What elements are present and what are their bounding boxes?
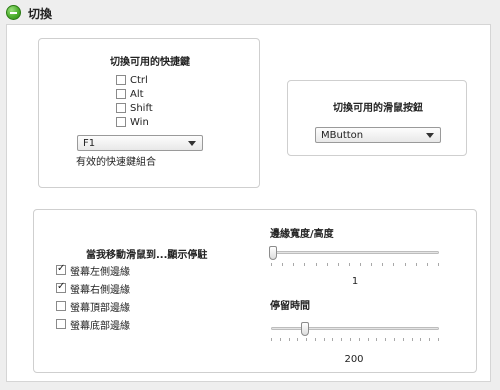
dock-edge-group: 當我移動滑鼠到...顯示停駐 螢幕左側邊緣 螢幕右側邊緣 螢幕頂部邊緣 螢幕底部… xyxy=(33,209,477,373)
delay-ticks xyxy=(271,338,439,341)
tick-mark xyxy=(341,338,343,341)
section-title: 切換 xyxy=(28,7,53,21)
edge-top-checkbox[interactable] xyxy=(56,301,66,311)
mouse-button-group-title: 切換可用的滑鼠按鈕 xyxy=(333,103,423,114)
edge-list: 螢幕左側邊緣 螢幕右側邊緣 螢幕頂部邊緣 螢幕底部邊緣 xyxy=(56,261,130,333)
tick-mark xyxy=(429,338,431,341)
tick-mark xyxy=(304,263,306,266)
tick-mark xyxy=(404,263,406,266)
delay-label: 停留時間 xyxy=(270,301,310,312)
tick-mark xyxy=(376,338,378,341)
tick-mark xyxy=(382,263,384,266)
tick-mark xyxy=(411,338,413,341)
tick-mark xyxy=(315,263,317,266)
tick-mark xyxy=(337,263,339,266)
edge-width-label: 邊緣寬度/高度 xyxy=(270,229,334,240)
tick-mark xyxy=(393,263,395,266)
modifier-alt[interactable]: Alt xyxy=(116,87,153,101)
modifier-alt-label: Alt xyxy=(130,88,144,100)
chevron-down-icon xyxy=(188,141,196,146)
mouse-button-select[interactable]: MButton xyxy=(315,127,441,143)
edge-bottom[interactable]: 螢幕底部邊緣 xyxy=(56,315,130,333)
tick-mark xyxy=(437,263,439,266)
modifier-shift-label: Shift xyxy=(130,102,153,114)
tick-mark xyxy=(279,338,281,341)
hotkey-select-value: F1 xyxy=(83,137,96,149)
tick-mark xyxy=(323,338,325,341)
tick-mark xyxy=(306,338,308,341)
hotkey-select[interactable]: F1 xyxy=(77,135,203,151)
tick-mark xyxy=(437,338,439,341)
tick-mark xyxy=(348,263,350,266)
modifier-list: Ctrl Alt Shift Win xyxy=(116,73,153,129)
edge-width-slider-thumb[interactable] xyxy=(269,246,277,260)
tick-mark xyxy=(314,338,316,341)
tick-mark xyxy=(367,338,369,341)
tick-mark xyxy=(402,338,404,341)
edge-left-label: 螢幕左側邊緣 xyxy=(70,266,130,278)
modifier-ctrl[interactable]: Ctrl xyxy=(116,73,153,87)
delay-slider-thumb[interactable] xyxy=(301,322,309,336)
tick-mark xyxy=(415,263,417,266)
modifier-shift-checkbox[interactable] xyxy=(116,103,126,113)
edge-left-checkbox[interactable] xyxy=(56,263,66,275)
mouse-button-group: 切換可用的滑鼠按鈕 MButton xyxy=(287,80,467,156)
edge-width-value: 1 xyxy=(351,276,359,287)
edge-top[interactable]: 螢幕頂部邊緣 xyxy=(56,297,130,315)
edge-right[interactable]: 螢幕右側邊緣 xyxy=(56,279,130,297)
edge-left[interactable]: 螢幕左側邊緣 xyxy=(56,261,130,279)
hotkey-group: 切換可用的快捷鍵 Ctrl Alt Shift Win F1 有效的快速鍵組合 xyxy=(38,38,260,188)
section-header: 切換 xyxy=(6,4,486,22)
tick-mark xyxy=(332,338,334,341)
chevron-down-icon xyxy=(426,133,434,138)
edge-width-ticks xyxy=(271,263,439,266)
tick-mark xyxy=(350,338,352,341)
modifier-ctrl-label: Ctrl xyxy=(130,74,148,86)
edge-bottom-checkbox[interactable] xyxy=(56,319,66,329)
toggle-minus-icon[interactable] xyxy=(6,5,21,20)
modifier-win[interactable]: Win xyxy=(116,115,153,129)
hotkey-note: 有效的快速鍵組合 xyxy=(76,157,156,168)
modifier-alt-checkbox[interactable] xyxy=(116,89,126,99)
tick-mark xyxy=(293,263,295,266)
tick-mark xyxy=(297,338,299,341)
dock-edge-title: 當我移動滑鼠到...顯示停駐 xyxy=(86,250,208,261)
modifier-shift[interactable]: Shift xyxy=(116,101,153,115)
tick-mark xyxy=(360,263,361,266)
tick-mark xyxy=(271,263,272,266)
tick-mark xyxy=(271,338,272,341)
tick-mark xyxy=(385,338,387,341)
tick-mark xyxy=(420,338,422,341)
modifier-win-label: Win xyxy=(130,116,149,128)
tick-mark xyxy=(326,263,328,266)
edge-width-track[interactable] xyxy=(271,251,439,254)
tick-mark xyxy=(288,338,290,341)
delay-value: 200 xyxy=(344,354,364,365)
tick-mark xyxy=(358,338,360,341)
tick-mark xyxy=(393,338,395,341)
edge-right-label: 螢幕右側邊緣 xyxy=(70,284,130,296)
edge-top-label: 螢幕頂部邊緣 xyxy=(70,302,130,314)
tick-mark xyxy=(371,263,373,266)
delay-track[interactable] xyxy=(271,327,439,330)
edge-bottom-label: 螢幕底部邊緣 xyxy=(70,320,130,332)
tick-mark xyxy=(426,263,428,266)
modifier-win-checkbox[interactable] xyxy=(116,117,126,127)
modifier-ctrl-checkbox[interactable] xyxy=(116,75,126,85)
tick-mark xyxy=(282,263,284,266)
mouse-button-select-value: MButton xyxy=(321,129,364,141)
edge-right-checkbox[interactable] xyxy=(56,281,66,293)
hotkey-group-title: 切換可用的快捷鍵 xyxy=(110,57,190,68)
